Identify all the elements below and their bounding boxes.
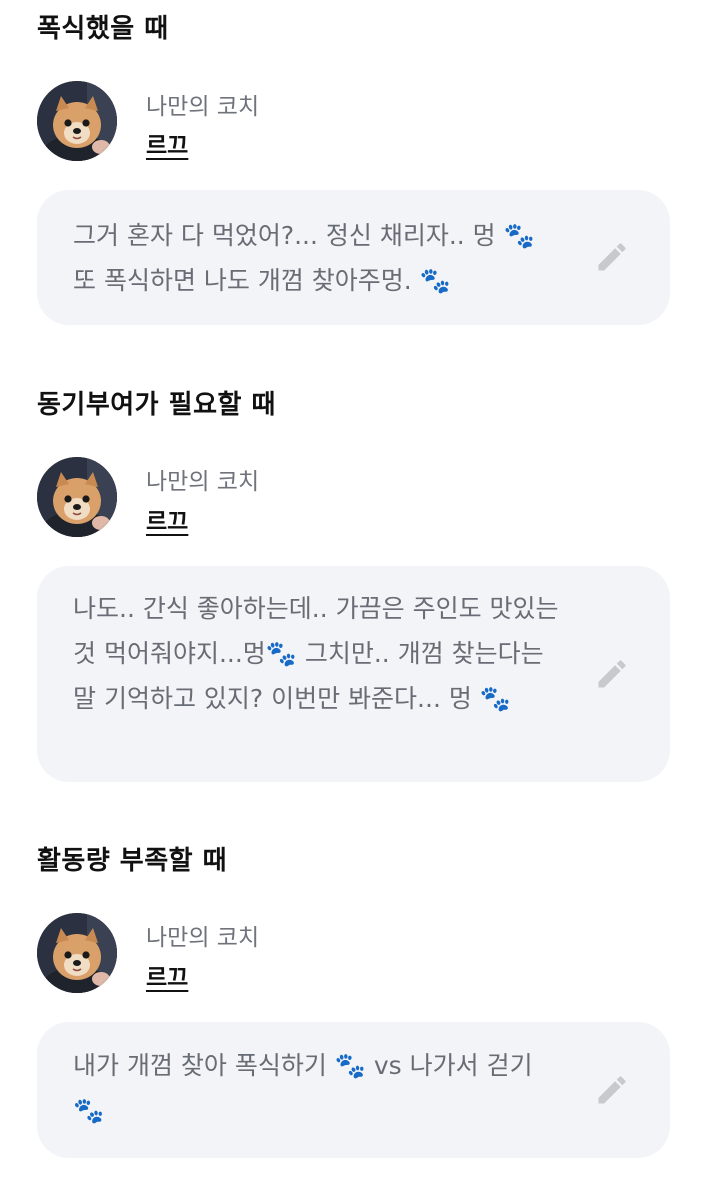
coach-label: 나만의 코치 [146, 925, 260, 951]
edit-button[interactable] [592, 237, 632, 277]
message-bubble: 내가 개껌 찾아 폭식하기 🐾 vs 나가서 걷기 🐾 [37, 1022, 670, 1158]
coach-name-link[interactable]: 르끄 [146, 958, 188, 992]
pencil-icon [598, 1076, 626, 1104]
message-bubble: 그거 혼자 다 먹었어?... 정신 채리자.. 멍 🐾 또 폭식하면 나도 개… [37, 190, 670, 325]
coach-section-motivation: 동기부여가 필요할 때 나만의 코치 르끄 나도.. 간식 좋아하는데.. 가끔… [0, 380, 707, 790]
message-text: 나도.. 간식 좋아하는데.. 가끔은 주인도 맛있는 것 먹어줘야지...멍🐾… [73, 594, 559, 713]
dog-avatar-icon [37, 81, 117, 161]
edit-button[interactable] [592, 1070, 632, 1110]
pencil-icon [598, 243, 626, 271]
section-title: 폭식했을 때 [37, 14, 169, 44]
section-title: 동기부여가 필요할 때 [37, 390, 276, 420]
pencil-icon [598, 660, 626, 688]
coach-label: 나만의 코치 [146, 469, 260, 495]
dog-avatar-icon [37, 913, 117, 993]
edit-button[interactable] [592, 654, 632, 694]
coach-section-binge: 폭식했을 때 나만의 코치 르끄 그거 혼자 다 먹었어?... 정신 채리자.… [0, 0, 707, 340]
message-bubble: 나도.. 간식 좋아하는데.. 가끔은 주인도 맛있는 것 먹어줘야지...멍🐾… [37, 566, 670, 782]
coach-avatar [37, 81, 117, 161]
coach-section-activity: 활동량 부족할 때 나만의 코치 르끄 내가 개껌 찾아 폭식하기 🐾 vs 나… [0, 835, 707, 1165]
section-title: 활동량 부족할 때 [37, 846, 228, 876]
coach-avatar [37, 913, 117, 993]
message-text: 그거 혼자 다 먹었어?... 정신 채리자.. 멍 🐾 또 폭식하면 나도 개… [73, 221, 535, 295]
coach-label: 나만의 코치 [146, 94, 260, 120]
coach-name-link[interactable]: 르끄 [146, 126, 188, 160]
message-text: 내가 개껌 찾아 폭식하기 🐾 vs 나가서 걷기 🐾 [73, 1051, 533, 1125]
coach-name-link[interactable]: 르끄 [146, 502, 188, 536]
dog-avatar-icon [37, 457, 117, 537]
coach-avatar [37, 457, 117, 537]
